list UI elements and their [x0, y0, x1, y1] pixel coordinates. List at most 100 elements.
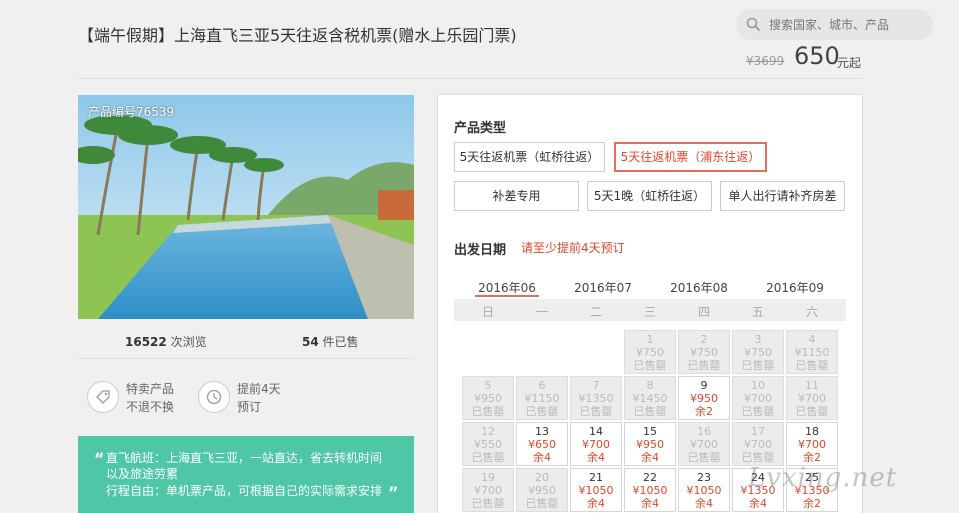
clock-icon	[198, 381, 230, 413]
search-icon	[746, 17, 761, 32]
calendar-day-12: 12 ¥550 已售罄	[462, 422, 514, 466]
weekday-thu: 四	[697, 305, 710, 319]
calendar-day-23[interactable]: 23 ¥1050 余4	[678, 468, 730, 512]
product-type-label: 产品类型	[454, 121, 507, 136]
day-price: ¥700	[798, 438, 826, 451]
day-price: ¥700	[690, 438, 718, 451]
day-price: ¥1350	[578, 392, 614, 405]
day-number: 16	[697, 425, 711, 438]
day-number: 13	[535, 425, 549, 438]
day-number: 23	[697, 471, 711, 484]
day-stock: 已售罄	[741, 359, 775, 372]
month-tab-aug[interactable]: 2016年08	[664, 279, 734, 296]
calendar-day-6: 6 ¥1150 已售罄	[516, 376, 568, 420]
calendar-day-17: 17 ¥700 已售罄	[732, 422, 784, 466]
month-tab-sep[interactable]: 2016年09	[760, 279, 830, 296]
day-price: ¥650	[528, 438, 556, 451]
day-stock: 余4	[749, 497, 767, 510]
day-price: ¥750	[636, 346, 664, 359]
divider	[78, 358, 414, 359]
day-stock: 已售罄	[579, 405, 613, 418]
day-number: 9	[700, 379, 708, 392]
day-price: ¥750	[690, 346, 718, 359]
day-number: 15	[643, 425, 657, 438]
day-price: ¥1050	[686, 484, 722, 497]
day-price: ¥1050	[632, 484, 668, 497]
divider	[78, 78, 863, 79]
day-number: 12	[481, 425, 495, 438]
calendar-day-10: 10 ¥700 已售罄	[732, 376, 784, 420]
option-single-room[interactable]: 单人出行请补齐房差	[720, 181, 845, 211]
month-tab-jun[interactable]: 2016年06	[472, 279, 542, 296]
booking-hint: 请至少提前4天预订	[521, 241, 625, 255]
day-price: ¥700	[744, 438, 772, 451]
weekday-tue: 二	[589, 305, 602, 319]
day-number: 6	[538, 379, 546, 392]
day-number: 3	[754, 333, 762, 346]
calendar-day-8: 8 ¥1450 已售罄	[624, 376, 676, 420]
day-stock: 已售罄	[687, 359, 721, 372]
day-stock: 已售罄	[471, 497, 505, 510]
calendar-day-21[interactable]: 21 ¥1050 余4	[570, 468, 622, 512]
day-stock: 余4	[587, 497, 605, 510]
calendar-day-20: 20 ¥950 已售罄	[516, 468, 568, 512]
day-price: ¥1150	[524, 392, 560, 405]
day-stock: 余2	[803, 497, 821, 510]
calendar-day-22[interactable]: 22 ¥1050 余4	[624, 468, 676, 512]
day-stock: 已售罄	[525, 497, 559, 510]
day-stock: 已售罄	[633, 359, 667, 372]
day-price: ¥700	[798, 392, 826, 405]
day-stock: 余4	[533, 451, 551, 464]
day-number: 17	[751, 425, 765, 438]
day-stock: 余4	[641, 451, 659, 464]
day-stock: 余4	[695, 497, 713, 510]
day-stock: 已售罄	[525, 405, 559, 418]
current-price: 650	[794, 42, 840, 70]
day-number: 19	[481, 471, 495, 484]
calendar-day-13[interactable]: 13 ¥650 余4	[516, 422, 568, 466]
option-hongqiao-roundtrip[interactable]: 5天往返机票（虹桥往返）	[454, 142, 605, 172]
quote-close-icon: ”	[388, 483, 399, 502]
calendar-day-15[interactable]: 15 ¥950 余4	[624, 422, 676, 466]
calendar-day-7: 7 ¥1350 已售罄	[570, 376, 622, 420]
day-number: 10	[751, 379, 765, 392]
weekday-wed: 三	[643, 305, 656, 319]
calendar-day-9[interactable]: 9 ¥950 余2	[678, 376, 730, 420]
option-supplement[interactable]: 补差专用	[454, 181, 579, 211]
price-unit: 元起	[837, 56, 862, 70]
day-price: ¥950	[690, 392, 718, 405]
day-price: ¥700	[744, 392, 772, 405]
day-number: 4	[808, 333, 816, 346]
calendar-day-14[interactable]: 14 ¥700 余4	[570, 422, 622, 466]
day-price: ¥950	[636, 438, 664, 451]
weekday-mon: 一	[535, 305, 548, 319]
option-5d1n-hongqiao[interactable]: 5天1晚（虹桥往返）	[587, 181, 712, 211]
sold-stat: 54 件已售	[302, 335, 359, 349]
option-pudong-roundtrip[interactable]: 5天往返机票（浦东往返）	[614, 142, 767, 172]
day-stock: 已售罄	[633, 405, 667, 418]
calendar-day-5: 5 ¥950 已售罄	[462, 376, 514, 420]
quote-open-icon: “	[94, 449, 105, 468]
month-tab-jul[interactable]: 2016年07	[568, 279, 638, 296]
calendar-day-1: 1 ¥750 已售罄	[624, 330, 676, 374]
day-number: 8	[646, 379, 654, 392]
weekday-sat: 六	[805, 305, 818, 319]
product-id: 产品编号76539	[88, 105, 175, 119]
day-price: ¥1450	[632, 392, 668, 405]
day-price: ¥750	[744, 346, 772, 359]
day-price: ¥950	[528, 484, 556, 497]
day-stock: 已售罄	[795, 405, 829, 418]
day-price: ¥550	[474, 438, 502, 451]
calendar-day-18[interactable]: 18 ¥700 余2	[786, 422, 838, 466]
watermark: Lvxing.net	[748, 463, 898, 493]
day-stock: 已售罄	[741, 405, 775, 418]
calendar-day-16: 16 ¥700 已售罄	[678, 422, 730, 466]
day-price: ¥950	[474, 392, 502, 405]
day-stock: 余2	[695, 405, 713, 418]
day-number: 2	[700, 333, 708, 346]
search-box[interactable]: 搜索国家、城市、产品	[736, 9, 933, 40]
day-number: 7	[592, 379, 600, 392]
calendar-day-3: 3 ¥750 已售罄	[732, 330, 784, 374]
views-stat: 16522 次浏览	[125, 335, 207, 349]
day-price: ¥1050	[578, 484, 614, 497]
